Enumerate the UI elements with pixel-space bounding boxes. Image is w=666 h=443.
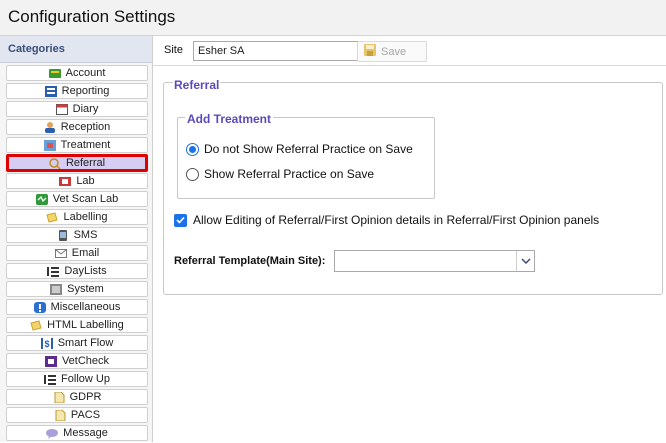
sidebar-item-diary[interactable]: Diary — [6, 101, 148, 117]
add-treatment-group: Add Treatment Do not Show Referral Pract… — [177, 112, 435, 199]
sidebar-item-pacs[interactable]: PACS — [6, 407, 148, 423]
sidebar-item-label: VetCheck — [61, 355, 110, 367]
vet-scan-icon — [35, 193, 48, 205]
sidebar-item-reception[interactable]: Reception — [6, 119, 148, 135]
toolbar: Site Esher SA Save — [153, 36, 666, 66]
message-icon — [46, 428, 59, 439]
sidebar-item-message[interactable]: Message — [6, 425, 148, 441]
referral-template-select[interactable] — [334, 250, 535, 272]
save-button[interactable]: Save — [357, 41, 427, 62]
system-icon — [50, 283, 63, 295]
sidebar-item-miscellaneous[interactable]: Miscellaneous — [6, 299, 148, 315]
sidebar-item-labelling[interactable]: Labelling — [6, 209, 148, 225]
sidebar-item-label: Reception — [60, 121, 111, 133]
site-value: Esher SA — [198, 45, 245, 57]
sidebar-item-treatment[interactable]: Treatment — [6, 137, 148, 153]
radio-button[interactable] — [186, 142, 199, 156]
referral-icon — [49, 157, 61, 169]
save-label: Save — [381, 45, 407, 58]
sidebar-item-label: Miscellaneous — [50, 301, 121, 313]
allow-editing-label: Allow Editing of Referral/First Opinion … — [193, 213, 600, 227]
document-icon — [53, 391, 65, 403]
reporting-icon — [44, 85, 57, 97]
radio-label: Do not Show Referral Practice on Save — [204, 142, 413, 156]
site-select[interactable]: Esher SA — [193, 41, 384, 61]
person-icon — [44, 121, 56, 133]
sidebar-header: Categories — [0, 36, 152, 63]
smart-flow-icon: $ — [40, 337, 53, 349]
sidebar-item-vetcheck[interactable]: VetCheck — [6, 353, 148, 369]
chevron-down-icon[interactable] — [516, 251, 534, 271]
sidebar-item-label: Labelling — [63, 211, 108, 223]
sidebar-item-label: Treatment — [60, 139, 111, 151]
referral-panel: Referral Add Treatment Do not Show Refer… — [163, 78, 663, 295]
lab-icon — [59, 176, 72, 187]
list-icon — [47, 266, 60, 277]
vetcheck-icon — [44, 355, 57, 367]
sidebar-item-label: Diary — [72, 103, 99, 115]
save-icon — [364, 44, 376, 59]
sidebar-item-gdpr[interactable]: GDPR — [6, 389, 148, 405]
sidebar-item-daylists[interactable]: DayLists — [6, 263, 148, 279]
sidebar-item-label: Message — [63, 427, 108, 439]
sidebar-item-sms[interactable]: SMS — [6, 227, 148, 243]
sidebar-item-follow-up[interactable]: Follow Up — [6, 371, 148, 387]
sidebar-item-label: Referral — [65, 157, 106, 169]
title-bar: Configuration Settings — [0, 0, 666, 36]
label-icon — [30, 319, 42, 331]
sidebar-item-label: Email — [71, 247, 100, 259]
sidebar-item-label: DayLists — [64, 265, 107, 277]
calendar-icon — [55, 103, 68, 115]
template-label: Referral Template(Main Site): — [174, 255, 326, 267]
sidebar-item-html-labelling[interactable]: HTML Labelling — [6, 317, 148, 333]
sidebar-item-label: Follow Up — [61, 373, 110, 385]
sidebar-item-label: Vet Scan Lab — [52, 193, 119, 205]
list-icon — [44, 374, 57, 385]
radio-button[interactable] — [186, 167, 199, 181]
sidebar-item-label: Account — [65, 67, 106, 79]
document-icon — [54, 409, 66, 421]
sidebar-item-vet-scan-lab[interactable]: Vet Scan Lab — [6, 191, 148, 207]
svg-text:$: $ — [44, 339, 49, 349]
sidebar-item-label: PACS — [70, 409, 101, 421]
allow-editing-checkbox-row[interactable]: Allow Editing of Referral/First Opinion … — [174, 213, 599, 227]
sidebar-item-label: Reporting — [61, 85, 110, 97]
sidebar-item-label: Lab — [76, 175, 95, 187]
radio-label: Show Referral Practice on Save — [204, 167, 375, 181]
main-content: Site Esher SA Save Referral Add Treatmen… — [153, 36, 666, 442]
sidebar-item-system[interactable]: System — [6, 281, 148, 297]
sidebar-item-label: SMS — [73, 229, 98, 241]
sidebar: Categories Account Reporting Diary Recep… — [0, 36, 153, 442]
sidebar-item-email[interactable]: Email — [6, 245, 148, 261]
sidebar-item-label: System — [67, 283, 104, 295]
section-title: Referral — [173, 78, 221, 92]
category-list: Account Reporting Diary Reception Treatm… — [6, 65, 148, 443]
info-icon — [33, 301, 46, 313]
treatment-icon — [43, 139, 56, 151]
site-label: Site — [164, 44, 183, 56]
account-icon — [48, 68, 61, 79]
sidebar-item-label: GDPR — [69, 391, 102, 403]
label-icon — [46, 211, 59, 223]
sidebar-item-account[interactable]: Account — [6, 65, 148, 81]
sidebar-item-referral[interactable]: Referral — [6, 154, 148, 172]
window-title: Configuration Settings — [8, 7, 176, 26]
radio-do-not-show-referral-practice[interactable]: Do not Show Referral Practice on Save — [186, 142, 413, 156]
sidebar-item-label: HTML Labelling — [47, 319, 124, 331]
sidebar-item-reporting[interactable]: Reporting — [6, 83, 148, 99]
group-title: Add Treatment — [185, 112, 274, 126]
email-icon — [54, 248, 67, 259]
sidebar-item-smart-flow[interactable]: $ Smart Flow — [6, 335, 148, 351]
sms-icon — [57, 229, 69, 241]
radio-show-referral-practice[interactable]: Show Referral Practice on Save — [186, 167, 374, 181]
sidebar-item-lab[interactable]: Lab — [6, 173, 148, 189]
sidebar-item-label: Smart Flow — [57, 337, 114, 349]
allow-editing-checkbox[interactable] — [174, 213, 187, 227]
